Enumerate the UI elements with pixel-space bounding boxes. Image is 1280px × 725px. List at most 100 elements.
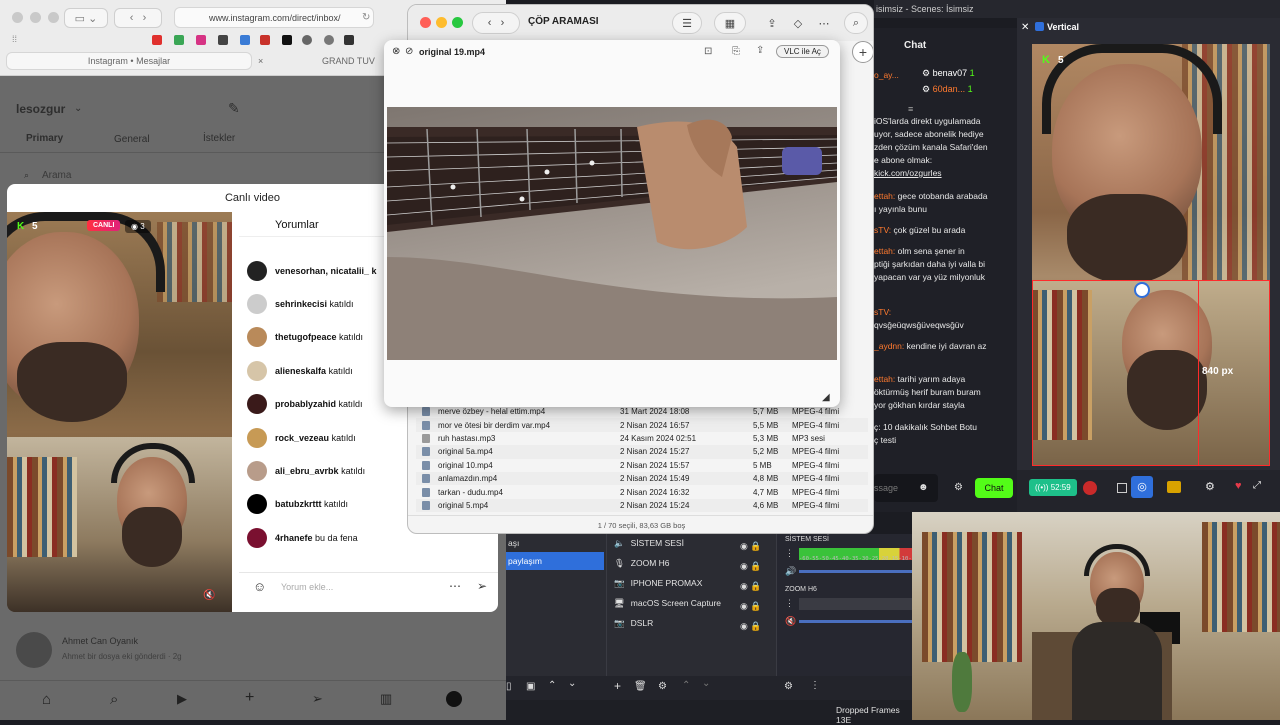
avatar[interactable] [247, 528, 267, 548]
avatar[interactable] [247, 461, 267, 481]
scene-item[interactable]: aşı [508, 538, 519, 548]
globe-icon[interactable] [302, 35, 312, 45]
reload-icon[interactable]: ↻ [362, 12, 370, 23]
more-icon[interactable]: ⋯ [449, 579, 461, 593]
resize-handle-icon[interactable]: ◢ [822, 392, 830, 403]
filter-icon[interactable]: ▯ [506, 681, 512, 692]
share-icon[interactable]: ⇪ [760, 12, 784, 34]
emoji-icon[interactable]: ☻ [918, 482, 929, 493]
tab-general[interactable]: General [114, 134, 150, 145]
sidebar-toggle-icon[interactable]: ▭ ⌄ [64, 8, 108, 28]
create-icon[interactable]: + [245, 689, 254, 707]
vertical-preview[interactable]: K 5 840 px [1032, 44, 1270, 466]
avatar[interactable] [247, 261, 267, 281]
chat-link[interactable]: kick.com/ozgurles [874, 167, 942, 180]
add-source-icon[interactable]: + [614, 679, 621, 693]
list-view-icon[interactable]: ☰ [672, 12, 702, 34]
open-with-vlc-button[interactable]: VLC ile Aç [776, 45, 829, 58]
fullscreen-icon[interactable]: ⊘ [405, 46, 413, 57]
file-row[interactable]: tarkan - dudu.mp4 2 Nisan 2024 16:32 4,7 M… [416, 485, 868, 498]
comment-user[interactable]: rock_vezeau [275, 433, 329, 443]
dm-name[interactable]: Ahmet Can Oyanık [62, 636, 138, 646]
file-row[interactable]: original 5a.mp4 2 Nisan 2024 15:27 5,2 MB M… [416, 445, 868, 459]
close-button[interactable] [12, 12, 23, 23]
bookmark-icon[interactable] [218, 35, 228, 45]
chat-text[interactable]: kick.com/ozgurles [874, 168, 942, 178]
source-item[interactable]: 📷 DSLR [614, 614, 653, 632]
stats-icon[interactable]: ▥ [380, 691, 392, 707]
chevron-down-icon[interactable]: ⌄ [74, 103, 82, 114]
bookmark-icon[interactable] [260, 35, 270, 45]
globe-icon[interactable] [324, 35, 334, 45]
chevron-up-icon[interactable]: ⌃ [548, 680, 556, 691]
trash-icon[interactable]: 🗑 [634, 681, 647, 692]
grid-view-icon[interactable]: ▦ [714, 12, 746, 34]
avatar[interactable] [247, 361, 267, 381]
profile-avatar[interactable] [446, 691, 462, 707]
more-icon[interactable]: ⋮ [785, 598, 794, 609]
rotate-handle-icon[interactable] [1134, 282, 1150, 298]
close-tab-icon[interactable]: × [258, 52, 268, 70]
pin-icon[interactable]: ≡ [908, 104, 913, 114]
more-icon[interactable]: ⋯ [812, 12, 836, 34]
close-icon[interactable]: ✕ [1021, 22, 1029, 33]
muted-speaker-icon[interactable]: 🔇 [785, 616, 796, 627]
volume-slider[interactable] [799, 620, 913, 623]
chat-author[interactable]: ettah: [874, 246, 895, 256]
back-forward-icon[interactable]: ‹ › [472, 12, 520, 34]
eye-icon[interactable]: ◉ 🔒 [740, 576, 762, 596]
comment-user[interactable]: alieneskalfa [275, 366, 326, 376]
username[interactable]: lesozgur [16, 102, 65, 116]
gear-icon[interactable]: ⚙ [658, 681, 667, 692]
expand-icon[interactable]: ⤢ [1253, 480, 1261, 491]
source-item[interactable]: 🖥 macOS Screen Capture [614, 594, 721, 612]
chat-author[interactable]: ettah: [874, 374, 895, 384]
zoom-button[interactable] [452, 17, 463, 28]
emoji-icon[interactable]: ☺ [253, 579, 266, 594]
tab-grand-tuv[interactable]: GRAND TUV [322, 52, 392, 70]
comment-user[interactable]: ali_ebru_avrbk [275, 466, 339, 476]
avatar[interactable] [247, 428, 267, 448]
bookmark-icon[interactable] [240, 35, 250, 45]
avatar[interactable] [247, 394, 267, 414]
tab-primary[interactable]: Primary [26, 133, 63, 144]
video-preview[interactable] [387, 107, 837, 360]
eye-icon[interactable]: ◉ 🔒 [740, 616, 762, 636]
source-item[interactable]: 🎙 ZOOM H6 [614, 554, 670, 572]
chat-user-name[interactable]: o_ay... [874, 70, 899, 80]
file-row[interactable]: original 10.mp4 2 Nisan 2024 15:57 5 MB MPE… [416, 459, 868, 472]
bookmark-icon[interactable] [174, 35, 184, 45]
heart-icon[interactable]: ♥ [1235, 480, 1242, 492]
chat-author[interactable]: sTV: [874, 225, 891, 235]
compose-icon[interactable]: ✎ [228, 100, 240, 117]
comment-user[interactable]: venesorhan, nicatalii_ k [275, 266, 377, 276]
comment-user[interactable]: 4rhanefe [275, 533, 313, 543]
close-icon[interactable]: ⊗ [392, 46, 400, 57]
gear-icon[interactable]: ⚙ [954, 482, 963, 493]
chevron-down-icon[interactable]: ⌄ [702, 678, 710, 689]
stop-icon[interactable] [1117, 483, 1127, 493]
file-row[interactable]: original 5.mp4 2 Nisan 2024 15:24 4,6 MB MP… [416, 498, 868, 513]
share-icon[interactable]: ⇪ [756, 45, 764, 56]
file-row[interactable]: ruh hastası.mp3 24 Kasım 2024 02:51 5,3 MB… [416, 432, 868, 445]
comment-user[interactable]: thetugofpeace [275, 332, 337, 342]
file-row[interactable]: merve özbey - helal ettim.mp4 31 Mart 202… [416, 405, 868, 418]
search-input[interactable]: Arama [42, 170, 71, 181]
file-row[interactable]: mor ve ötesi bir derdim var.mp4 2 Nisan 2… [416, 418, 868, 432]
tag-icon[interactable]: ◇ [786, 12, 810, 34]
speaker-icon[interactable]: 🔊 [785, 566, 796, 577]
avatar[interactable] [247, 294, 267, 314]
selection-box[interactable] [1032, 280, 1270, 466]
tab-requests[interactable]: İstekler [203, 133, 235, 144]
tab-instagram[interactable]: Instagram • Mesajlar [6, 52, 252, 70]
messages-icon[interactable]: ➢ [312, 691, 323, 707]
webcam-preview[interactable] [912, 512, 1280, 720]
eye-icon[interactable]: ◉ 🔒 [740, 536, 762, 556]
volume-slider[interactable] [799, 570, 913, 573]
mixer-settings-icon[interactable]: ⚙ [784, 681, 793, 692]
close-button[interactable] [420, 17, 431, 28]
mute-icon[interactable]: 🔇 [203, 590, 215, 601]
minimize-button[interactable] [436, 17, 447, 28]
eye-icon[interactable]: ◉ 🔒 [740, 596, 762, 616]
send-icon[interactable]: ➢ [477, 579, 487, 593]
